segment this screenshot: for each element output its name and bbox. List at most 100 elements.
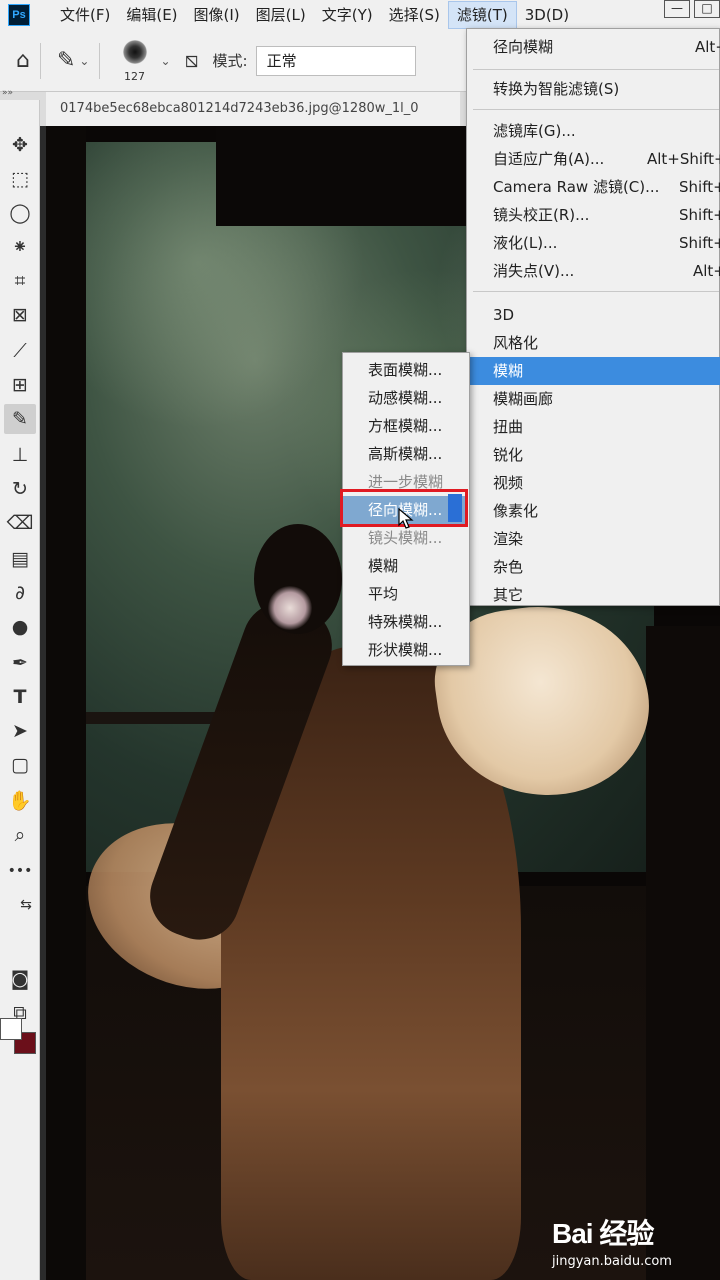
filter-menu-item[interactable]: 像素化 <box>467 497 720 525</box>
menu-item-label: 液化(L)... <box>493 234 558 252</box>
filter-menu-item[interactable]: Camera Raw 滤镜(C)... Shift+ <box>467 173 720 201</box>
frame-tool-icon[interactable]: ⊠ <box>4 300 36 330</box>
swap-colors-icon[interactable]: ⇆ <box>10 890 42 920</box>
menu-item-label: Camera Raw 滤镜(C)... <box>493 178 660 196</box>
blur-submenu-item[interactable]: 方框模糊... <box>343 412 471 440</box>
baidu-jingyan-logo: Bai 经验 <box>552 1218 654 1249</box>
quick-select-tool-icon[interactable]: ⁕ <box>4 232 36 262</box>
mode-label: 模式: <box>212 52 248 70</box>
filter-menu-item[interactable]: 镜头校正(R)... Shift+ <box>467 201 720 229</box>
gradient-tool-icon[interactable]: ▤ <box>4 544 36 574</box>
menu-type[interactable]: 文字(Y) <box>314 0 381 30</box>
panel-collapse-icon[interactable]: »» <box>2 88 13 98</box>
brush-tool-icon[interactable]: ✎ <box>57 48 75 73</box>
hand-tool-icon[interactable]: ✋ <box>4 786 36 816</box>
menu-item-label: 镜头校正(R)... <box>493 206 590 224</box>
filter-menu-item[interactable]: 自适应广角(A)... Alt+Shift+ <box>467 145 720 173</box>
crop-tool-icon[interactable]: ⌗ <box>4 266 36 296</box>
filter-menu: 径向模糊 Alt+ 转换为智能滤镜(S) 滤镜库(G)... 自适应广角(A)..… <box>466 28 720 606</box>
filter-menu-item[interactable]: 径向模糊 Alt+ <box>467 33 720 61</box>
menu-shortcut: Alt+Shift+ <box>647 150 720 168</box>
menu-file[interactable]: 文件(F) <box>52 0 118 30</box>
home-icon[interactable]: ⌂ <box>16 48 30 73</box>
menu-separator <box>473 291 719 292</box>
filter-menu-item[interactable]: 杂色 <box>467 553 720 581</box>
healing-tool-icon[interactable]: ⊞ <box>4 370 36 400</box>
zoom-tool-icon[interactable]: ⌕ <box>4 820 36 850</box>
minimize-button[interactable]: — <box>664 0 690 18</box>
photo-door-frame <box>646 626 720 1280</box>
filter-menu-item[interactable]: 风格化 <box>467 329 720 357</box>
menu-layer[interactable]: 图层(L) <box>248 0 314 30</box>
tools-panel: ✥ ⬚ ◯ ⁕ ⌗ ⊠ ⟋ ⊞ ✎ ⊥ ↻ ⌫ ▤ ∂ ● ✒ T ➤ ▢ ✋ … <box>0 100 40 1280</box>
document-tab[interactable]: 0174be5ec68ebca801214d7243eb36.jpg@1280w… <box>46 92 460 126</box>
menu-image[interactable]: 图像(I) <box>186 0 248 30</box>
path-select-tool-icon[interactable]: ➤ <box>4 716 36 746</box>
brush-size-value: 127 <box>123 69 145 83</box>
type-tool-icon[interactable]: T <box>4 682 36 712</box>
filter-menu-item[interactable]: 视频 <box>467 469 720 497</box>
more-tools-icon[interactable]: ••• <box>4 856 36 886</box>
blur-submenu-item[interactable]: 高斯模糊... <box>343 440 471 468</box>
filter-menu-item[interactable]: 液化(L)... Shift+ <box>467 229 720 257</box>
filter-menu-item[interactable]: 滤镜库(G)... <box>467 117 720 145</box>
menu-shortcut: Shift+ <box>679 206 720 224</box>
menu-shortcut: Shift+ <box>679 178 720 196</box>
menu-edit[interactable]: 编辑(E) <box>118 0 185 30</box>
menu-filter[interactable]: 滤镜(T) <box>447 1 517 29</box>
dodge-tool-icon[interactable]: ● <box>4 612 36 642</box>
foreground-color-swatch[interactable] <box>0 1018 22 1040</box>
filter-menu-item[interactable]: 模糊画廊 <box>467 385 720 413</box>
menu-shortcut: Shift+ <box>679 234 720 252</box>
baidu-watermark: Bai 经验 jingyan.baidu.com <box>552 1212 712 1269</box>
filter-menu-item[interactable]: 消失点(V)... Alt+ <box>467 257 720 285</box>
eyedropper-tool-icon[interactable]: ⟋ <box>4 336 36 366</box>
marquee-tool-icon[interactable]: ⬚ <box>4 164 36 194</box>
photo-hair-ornament <box>268 586 312 630</box>
blur-submenu-item[interactable]: 表面模糊... <box>343 356 471 384</box>
menu-shortcut: Alt+ <box>695 38 720 56</box>
blur-submenu-item[interactable]: 平均 <box>343 580 471 608</box>
chevron-down-icon[interactable]: ⌄ <box>79 54 89 68</box>
filter-menu-item[interactable]: 锐化 <box>467 441 720 469</box>
menu-separator <box>473 69 719 70</box>
menu-shortcut: Alt+ <box>693 262 720 280</box>
blur-submenu-item[interactable]: 特殊模糊... <box>343 608 471 636</box>
brush-preset-picker[interactable]: 127 <box>114 36 156 86</box>
menu-item-label: 自适应广角(A)... <box>493 150 605 168</box>
quick-mask-icon[interactable]: ◙ <box>4 964 36 994</box>
chevron-down-icon[interactable]: ⌄ <box>160 54 170 68</box>
brush-settings-icon[interactable]: ⧅ <box>185 48 199 73</box>
restore-button[interactable]: □ <box>694 0 720 18</box>
move-tool-icon[interactable]: ✥ <box>4 130 36 160</box>
filter-menu-item[interactable]: 3D <box>467 301 720 329</box>
menu-item-label: 径向模糊 <box>493 38 554 56</box>
filter-menu-item[interactable]: 转换为智能滤镜(S) <box>467 75 720 103</box>
blur-tool-icon[interactable]: ∂ <box>4 578 36 608</box>
history-brush-tool-icon[interactable]: ↻ <box>4 474 36 504</box>
blur-submenu-item[interactable]: 模糊 <box>343 552 471 580</box>
photo-door-frame <box>46 126 86 1280</box>
lasso-tool-icon[interactable]: ◯ <box>4 198 36 228</box>
menu-item-label: 消失点(V)... <box>493 262 575 280</box>
divider <box>99 42 101 79</box>
blur-submenu-item[interactable]: 形状模糊... <box>343 636 471 664</box>
filter-menu-item-blur[interactable]: 模糊 <box>467 357 720 385</box>
blur-submenu-item[interactable]: 动感模糊... <box>343 384 471 412</box>
menu-3d[interactable]: 3D(D) <box>517 0 577 30</box>
stamp-tool-icon[interactable]: ⊥ <box>4 440 36 470</box>
filter-menu-item[interactable]: 扭曲 <box>467 413 720 441</box>
brush-tip-icon <box>123 39 148 64</box>
divider <box>39 42 41 79</box>
menu-select[interactable]: 选择(S) <box>381 0 448 30</box>
filter-menu-item[interactable]: 其它 <box>467 581 720 609</box>
mouse-pointer-icon <box>398 508 414 529</box>
window-controls: — □ <box>660 0 720 22</box>
pen-tool-icon[interactable]: ✒ <box>4 648 36 678</box>
brush-tool-icon[interactable]: ✎ <box>4 404 36 434</box>
filter-menu-item[interactable]: 渲染 <box>467 525 720 553</box>
mode-select[interactable]: 正常 <box>255 45 416 76</box>
eraser-tool-icon[interactable]: ⌫ <box>4 508 36 538</box>
photoshop-logo: Ps <box>8 4 30 26</box>
shape-tool-icon[interactable]: ▢ <box>4 750 36 780</box>
